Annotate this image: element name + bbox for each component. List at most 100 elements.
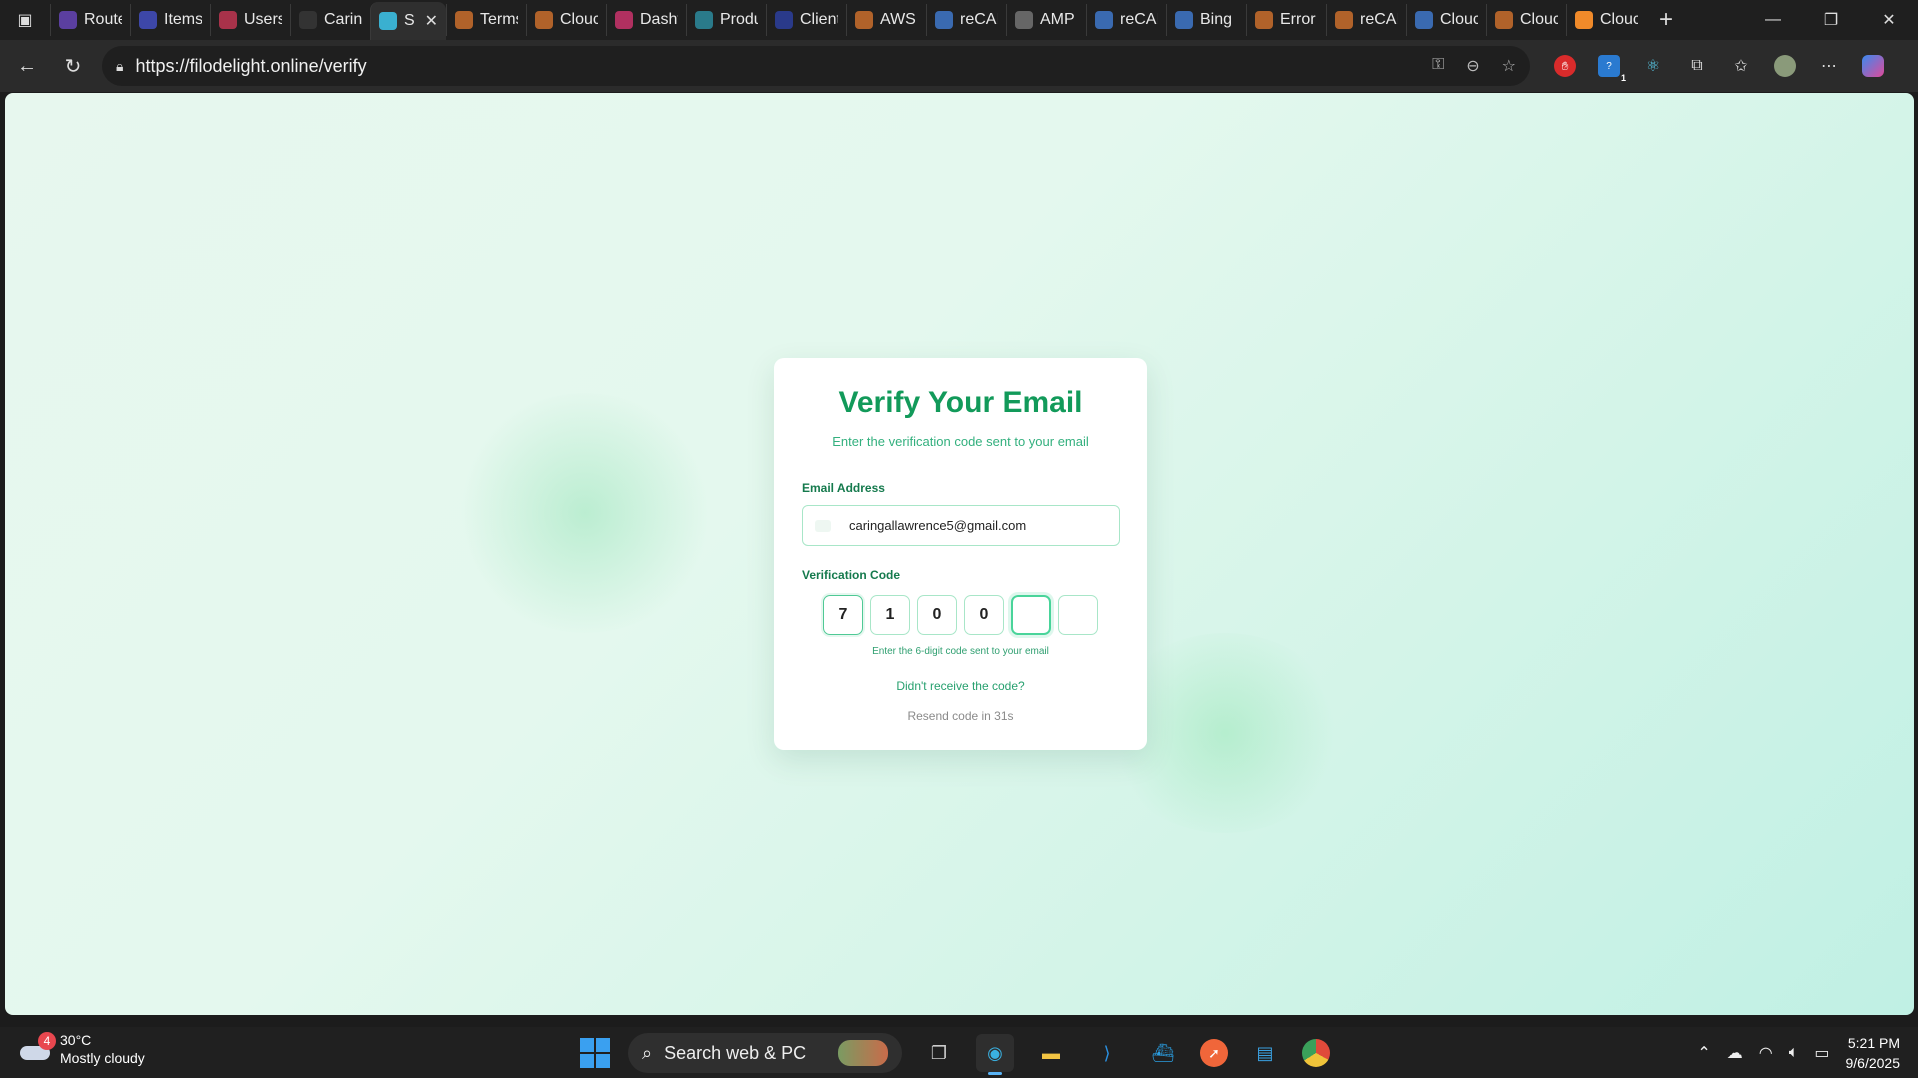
tab-11[interactable]: reCAI <box>926 4 1006 36</box>
page-icon <box>59 11 77 29</box>
windows-start-icon[interactable] <box>580 1038 610 1068</box>
new-tab-button[interactable]: + <box>1646 0 1686 40</box>
chrome-icon[interactable] <box>1302 1039 1330 1067</box>
notepad-icon[interactable]: ▤ <box>1246 1034 1284 1072</box>
volume-icon[interactable]: 🔈︎ <box>1789 1044 1799 1062</box>
search-icon <box>1095 11 1113 29</box>
tab-6[interactable]: Clouc <box>526 4 606 36</box>
taskbar-center: ⌕ Search web & PC ❐ ◉ ▬ ⟩ ⛴ ➚ ▤ <box>580 1031 1330 1075</box>
tab-3[interactable]: Carin <box>290 4 370 36</box>
window-bottom-edge <box>0 1015 1918 1027</box>
tab-16[interactable]: reCAI <box>1326 4 1406 36</box>
tab-title: reCAI <box>960 11 998 28</box>
tab-title: Carin <box>324 11 362 28</box>
adblock-extension-icon[interactable]: ✋︎ <box>1554 55 1576 77</box>
close-window-button[interactable]: ✕ <box>1860 0 1918 40</box>
react-devtools-icon[interactable]: ⚛ <box>1642 55 1664 77</box>
tab-title: Terms <box>480 11 518 28</box>
tab-4[interactable]: S ✕ <box>370 2 446 40</box>
favorite-star-icon[interactable]: ☆ <box>1502 56 1516 76</box>
browser-tab-bar: ▣ Route Items Users Carin S✕ Terms Clouc Dasht P… <box>0 0 1918 40</box>
cloud-icon <box>455 11 473 29</box>
back-button[interactable]: ← <box>4 46 50 86</box>
clock[interactable]: 5:21 PM 9/6/2025 <box>1846 1033 1901 1073</box>
search-icon <box>1415 11 1433 29</box>
key-icon[interactable]: ⚿ <box>1432 56 1444 76</box>
tab-title: reCAI <box>1360 11 1398 28</box>
code-digit-input[interactable]: 0 <box>964 595 1004 635</box>
tab-2[interactable]: Users <box>210 4 290 36</box>
tab-title: Produ <box>720 11 758 28</box>
zoom-out-icon[interactable]: ⊖ <box>1466 56 1479 76</box>
email-field[interactable]: caringallawrence5@gmail.com <box>802 505 1120 546</box>
page-title: Verify Your Email <box>838 386 1083 419</box>
code-digit-input[interactable]: 1 <box>870 595 910 635</box>
sidebar-toggle-icon[interactable]: ▣ <box>0 0 50 40</box>
time: 5:21 PM <box>1847 1035 1900 1051</box>
tab-15[interactable]: Error <box>1246 4 1326 36</box>
page-icon <box>219 11 237 29</box>
tab-title: Items <box>164 11 202 28</box>
weather-widget[interactable]: 4 30°C Mostly cloudy <box>18 1031 145 1067</box>
resend-question-link[interactable]: Didn't receive the code? <box>802 679 1119 693</box>
tab-0[interactable]: Route <box>50 4 130 36</box>
tab-1[interactable]: Items <box>130 4 210 36</box>
docker-icon[interactable]: ⛴ <box>1144 1034 1182 1072</box>
tab-13[interactable]: reCAI <box>1086 4 1166 36</box>
postman-icon[interactable]: ➚ <box>1200 1039 1228 1067</box>
tab-10[interactable]: AWS <box>846 4 926 36</box>
code-digit-input[interactable] <box>1058 595 1098 635</box>
lock-icon[interactable]: 🔒︎ <box>116 58 123 75</box>
dashboard-icon <box>615 11 633 29</box>
tab-title: Clouc <box>1440 11 1478 28</box>
sparkle-icon <box>855 11 873 29</box>
onedrive-cloud-icon[interactable]: ☁ <box>1727 1043 1743 1063</box>
extensions-puzzle-icon[interactable]: ⧉ <box>1686 55 1708 77</box>
battery-icon[interactable]: ▭ <box>1814 1043 1829 1063</box>
copilot-icon[interactable] <box>1862 55 1884 77</box>
tab-title: reCAI <box>1120 11 1158 28</box>
tab-19[interactable]: Clouc <box>1566 4 1646 36</box>
code-digit-input[interactable]: 0 <box>917 595 957 635</box>
search-placeholder: Search web & PC <box>664 1042 807 1063</box>
tab-strip: Route Items Users Carin S✕ Terms Clouc Dasht Pro… <box>50 0 1646 40</box>
address-bar[interactable]: 🔒︎ https://filodelight.online/verify ⚿ ⊖… <box>102 46 1530 86</box>
page-icon <box>139 11 157 29</box>
tab-title: Client <box>800 11 838 28</box>
favorites-icon[interactable]: ✩ <box>1730 55 1752 77</box>
more-menu-icon[interactable]: ⋯ <box>1818 55 1840 77</box>
tab-7[interactable]: Dasht <box>606 4 686 36</box>
restore-button[interactable]: ❐ <box>1802 0 1860 40</box>
search-icon: ⌕ <box>642 1042 653 1063</box>
tab-18[interactable]: Clouc <box>1486 4 1566 36</box>
email-value: caringallawrence5@gmail.com <box>849 518 1027 533</box>
minimize-button[interactable]: — <box>1744 0 1802 40</box>
profile-avatar[interactable] <box>1774 55 1796 77</box>
chevron-up-icon[interactable]: ⌃ <box>1697 1043 1710 1063</box>
wifi-icon[interactable]: ◠ <box>1759 1043 1773 1063</box>
vscode-icon[interactable]: ⟩ <box>1088 1034 1126 1072</box>
task-view-icon[interactable]: ❐ <box>920 1034 958 1072</box>
react-icon <box>379 12 397 30</box>
tab-title: AWS <box>880 11 916 28</box>
tab-17[interactable]: Clouc <box>1406 4 1486 36</box>
tab-9[interactable]: Client <box>766 4 846 36</box>
code-digit-input[interactable]: 7 <box>823 595 863 635</box>
verify-card: Verify Your Email Enter the verification… <box>774 358 1147 750</box>
file-explorer-icon[interactable]: ▬ <box>1032 1034 1070 1072</box>
tab-title: Dasht <box>640 11 678 28</box>
page-viewport: Verify Your Email Enter the verification… <box>5 93 1914 1015</box>
tab-5[interactable]: Terms <box>446 4 526 36</box>
close-tab-icon[interactable]: ✕ <box>425 11 438 31</box>
tab-title: Clouc <box>560 11 598 28</box>
code-input-row: 7100 <box>802 595 1119 635</box>
tab-14[interactable]: Bing <box>1166 4 1246 36</box>
taskbar-search[interactable]: ⌕ Search web & PC <box>628 1033 902 1073</box>
tab-8[interactable]: Produ <box>686 4 766 36</box>
refresh-button[interactable]: ↻ <box>50 46 96 86</box>
openai-icon <box>1015 11 1033 29</box>
tab-12[interactable]: AMP <box>1006 4 1086 36</box>
extension-icon[interactable]: ? 1 <box>1598 55 1626 83</box>
edge-browser-icon[interactable]: ◉ <box>976 1034 1014 1075</box>
code-digit-input[interactable] <box>1011 595 1051 635</box>
